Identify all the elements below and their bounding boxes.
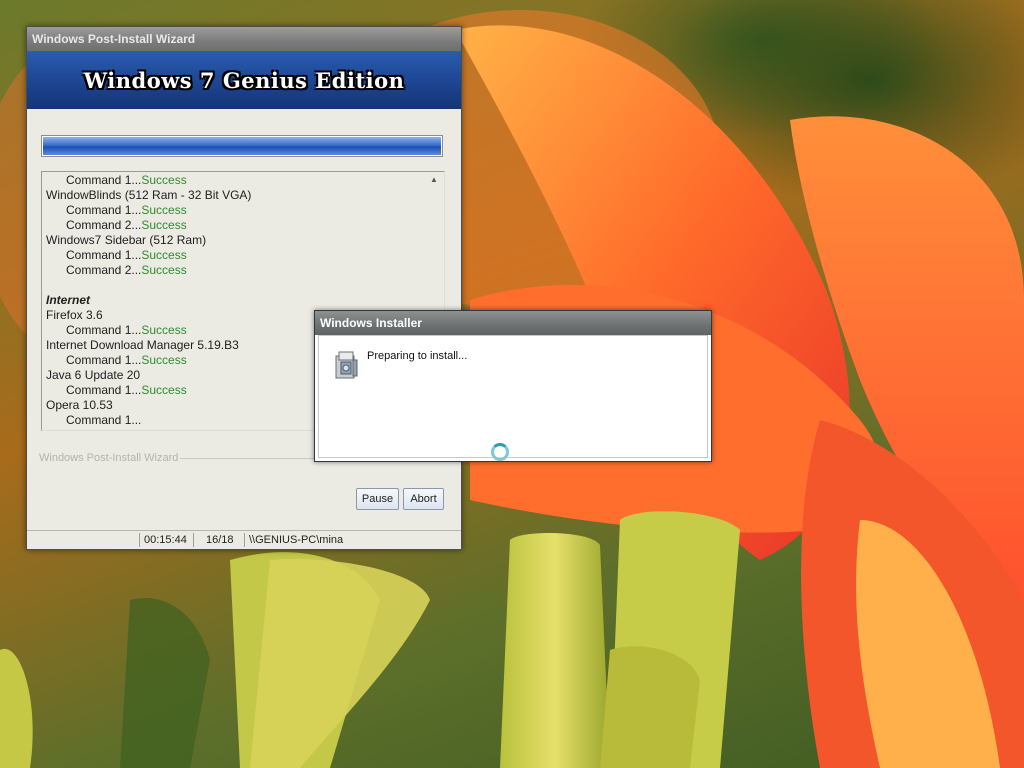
log-status-success: Success xyxy=(141,248,187,262)
log-text: Command 1... xyxy=(66,173,142,187)
log-section-heading: Internet xyxy=(46,293,90,308)
log-text: Opera 10.53 xyxy=(46,398,113,412)
elapsed-time: 00:15:44 xyxy=(139,533,192,547)
log-text: Command 1... xyxy=(66,383,142,397)
wizard-banner-title: Windows 7 Genius Edition xyxy=(83,67,405,93)
wizard-title: Windows Post-Install Wizard xyxy=(32,32,196,46)
installer-title: Windows Installer xyxy=(320,316,422,330)
log-text: Command 1... xyxy=(66,203,142,217)
log-text: Command 2... xyxy=(66,218,142,232)
progress-count: 16/18 xyxy=(193,533,243,547)
log-text: Windows7 Sidebar (512 Ram) xyxy=(46,233,207,247)
log-text: Internet Download Manager 5.19.B3 xyxy=(46,338,239,352)
log-status-success: Success xyxy=(141,383,187,397)
log-command-line: Command 1...Success xyxy=(66,203,187,218)
wizard-banner: Windows 7 Genius Edition xyxy=(27,51,461,109)
scroll-up-icon[interactable]: ▲ xyxy=(428,174,440,186)
log-app-line: Internet Download Manager 5.19.B3 xyxy=(46,338,239,353)
wizard-titlebar[interactable]: Windows Post-Install Wizard xyxy=(27,27,461,51)
log-command-line: Command 1... xyxy=(66,413,141,428)
computer-user: \\GENIUS-PC\mina xyxy=(244,533,444,547)
log-command-line: Command 2...Success xyxy=(66,218,187,233)
status-bar: 00:15:44 16/18 \\GENIUS-PC\mina xyxy=(27,530,461,549)
installer-message: Preparing to install... xyxy=(367,350,468,362)
log-text: Command 1... xyxy=(66,353,142,367)
abort-button[interactable]: Abort xyxy=(403,488,444,510)
log-text: Command 2... xyxy=(66,263,142,277)
log-text: Java 6 Update 20 xyxy=(46,368,141,382)
post-install-wizard-window: Windows Post-Install Wizard Windows 7 Ge… xyxy=(26,26,462,550)
installer-titlebar[interactable]: Windows Installer xyxy=(315,311,711,335)
log-status-success: Success xyxy=(141,173,187,187)
log-status-success: Success xyxy=(141,323,187,337)
log-text: Command 1... xyxy=(66,323,142,337)
log-text: Firefox 3.6 xyxy=(46,308,103,322)
install-progress-fill xyxy=(43,137,441,155)
log-command-line: Command 2...Success xyxy=(66,263,187,278)
pause-button[interactable]: Pause xyxy=(356,488,399,510)
log-status-success: Success xyxy=(141,353,187,367)
log-app-line: Java 6 Update 20 xyxy=(46,368,140,383)
log-status-success: Success xyxy=(141,263,187,277)
log-app-line: Opera 10.53 xyxy=(46,398,113,413)
busy-cursor-icon xyxy=(491,443,509,461)
log-app-line: Windows7 Sidebar (512 Ram) xyxy=(46,233,206,248)
installer-body: Preparing to install... xyxy=(318,335,708,458)
log-text: Internet xyxy=(46,293,91,307)
log-text: Command 1... xyxy=(66,248,142,262)
log-command-line: Command 1...Success xyxy=(66,248,187,263)
install-progress-bar xyxy=(41,135,443,157)
log-command-line: Command 1...Success xyxy=(66,173,187,188)
log-text: WindowBlinds (512 Ram - 32 Bit VGA) xyxy=(46,188,252,202)
log-text: Command 1... xyxy=(66,413,142,427)
installer-box-icon xyxy=(335,351,358,379)
log-command-line: Command 1...Success xyxy=(66,383,187,398)
log-status-success: Success xyxy=(141,203,187,217)
log-command-line: Command 1...Success xyxy=(66,323,187,338)
group-divider xyxy=(180,458,320,459)
wizard-group-label: Windows Post-Install Wizard xyxy=(39,452,179,464)
log-app-line: WindowBlinds (512 Ram - 32 Bit VGA) xyxy=(46,188,251,203)
log-status-success: Success xyxy=(141,218,187,232)
windows-installer-dialog: Windows Installer Preparing to install..… xyxy=(314,310,712,462)
log-app-line: Firefox 3.6 xyxy=(46,308,103,323)
log-command-line: Command 1...Success xyxy=(66,353,187,368)
